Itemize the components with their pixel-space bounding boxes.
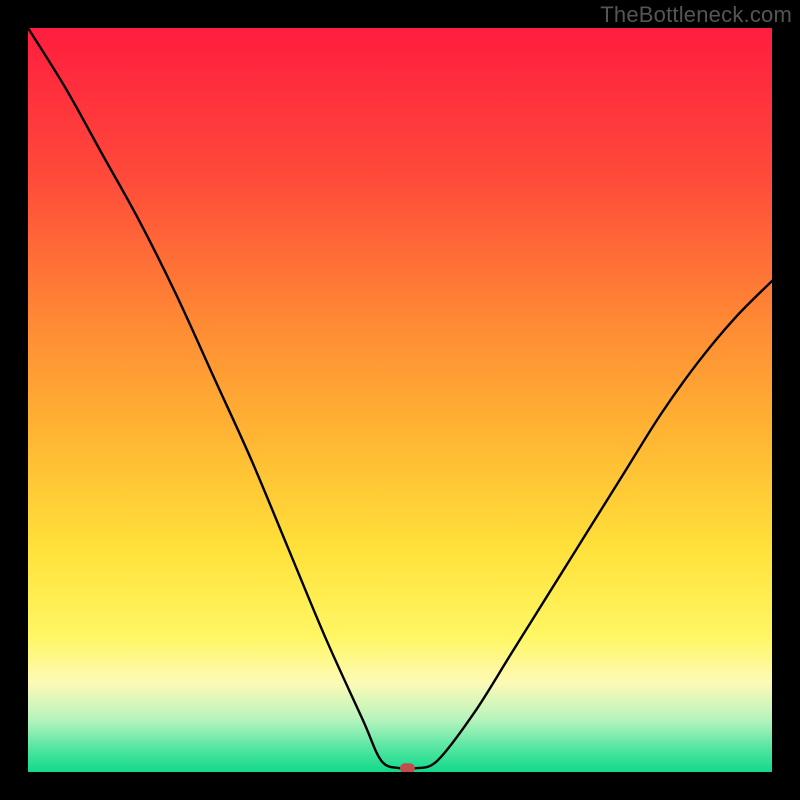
chart-svg [28, 28, 772, 772]
chart-frame: TheBottleneck.com [0, 0, 800, 800]
heat-background [28, 28, 772, 772]
watermark-text: TheBottleneck.com [600, 2, 792, 28]
optimal-marker [400, 764, 414, 772]
plot-area [28, 28, 772, 772]
